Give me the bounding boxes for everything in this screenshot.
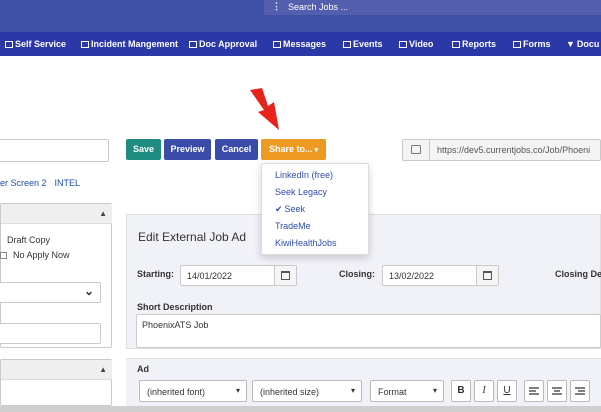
- red-arrow-annotation: [250, 88, 279, 130]
- short-description-label: Short Description: [137, 302, 213, 312]
- size-select-value: (inherited size): [260, 387, 320, 397]
- closing-date-field[interactable]: 13/02/2022: [382, 265, 499, 286]
- check-icon: ✔: [275, 204, 283, 214]
- left-options-panel: ▲ Draft Copy No Apply Now ⌄: [0, 203, 112, 348]
- format-select[interactable]: Format ▾: [370, 380, 444, 402]
- nav-forms[interactable]: Forms: [513, 39, 551, 49]
- left-panel-header[interactable]: ▲: [1, 204, 112, 224]
- main-nav: Self Service Incident Mangement Doc Appr…: [0, 32, 601, 56]
- share-menu-seek-label: Seek: [284, 204, 306, 214]
- left-text-input[interactable]: [0, 139, 109, 162]
- no-apply-checkbox[interactable]: [0, 252, 7, 259]
- align-left-icon: [529, 387, 539, 395]
- align-center-button[interactable]: [547, 380, 567, 402]
- edit-panel-title: Edit External Job Ad: [138, 230, 247, 244]
- closing-desc-label: Closing Des: [555, 269, 601, 279]
- nav-reports[interactable]: Reports: [452, 39, 496, 49]
- caret-down-icon: ▾: [235, 386, 240, 395]
- share-to-button[interactable]: Share to... ▾: [261, 139, 326, 160]
- short-description-input[interactable]: PhoenixATS Job: [136, 314, 601, 348]
- share-menu-seek[interactable]: ✔ Seek: [275, 204, 305, 215]
- list-icon: [189, 41, 197, 48]
- url-text: https://dev5.currentjobs.co/Job/Phoeni: [437, 145, 591, 155]
- ad-label: Ad: [137, 364, 149, 374]
- file-icon: [513, 41, 521, 48]
- align-left-button[interactable]: [524, 380, 544, 402]
- cancel-button[interactable]: Cancel: [215, 139, 258, 160]
- left-select[interactable]: ⌄: [0, 282, 101, 303]
- starting-label: Starting:: [137, 269, 174, 279]
- calendar-icon[interactable]: [476, 266, 498, 285]
- caret-down-icon: ▾: [350, 386, 355, 395]
- font-select-value: (inherited font): [147, 387, 206, 397]
- nav-messages[interactable]: Messages: [273, 39, 326, 49]
- nav-video[interactable]: Video: [399, 39, 433, 49]
- self-service-icon: [5, 41, 13, 48]
- copy-icon[interactable]: [411, 145, 421, 154]
- short-description-value: PhoenixATS Job: [142, 320, 209, 330]
- nav-documents[interactable]: ▼ Docu: [566, 39, 599, 49]
- font-select[interactable]: (inherited font) ▾: [139, 380, 247, 402]
- size-select[interactable]: (inherited size) ▾: [252, 380, 362, 402]
- align-center-icon: [552, 387, 562, 395]
- share-menu-kiwihealthjobs[interactable]: KiwiHealthJobs: [275, 238, 337, 248]
- format-select-value: Format: [378, 387, 407, 397]
- nav-incident-management[interactable]: Incident Mangement: [81, 39, 178, 49]
- starting-date-value: 14/01/2022: [187, 271, 233, 281]
- chevron-down-icon: ⌄: [83, 284, 94, 298]
- share-menu: LinkedIn (free) Seek Legacy ✔ Seek TradeM…: [261, 163, 369, 255]
- breadcrumb-intel[interactable]: INTEL: [55, 178, 81, 188]
- starting-date-field[interactable]: 14/01/2022: [180, 265, 297, 286]
- align-right-icon: [575, 387, 585, 395]
- share-menu-linkedin[interactable]: LinkedIn (free): [275, 170, 333, 180]
- filter-icon: ▼: [566, 39, 575, 49]
- left-panel-2-header[interactable]: ▲: [1, 360, 112, 380]
- breadcrumb: er Screen 2 INTEL: [0, 178, 88, 188]
- url-separator: [429, 140, 430, 160]
- share-menu-trademe[interactable]: TradeMe: [275, 221, 311, 231]
- share-to-label: Share to...: [268, 144, 313, 154]
- italic-button[interactable]: I: [474, 380, 494, 402]
- search-input[interactable]: Search Jobs ...: [288, 2, 348, 12]
- caret-down-icon: ▾: [432, 386, 437, 395]
- envelope-icon: [273, 41, 281, 48]
- top-bar: ⋮ Search Jobs ...: [0, 0, 601, 32]
- book-icon: [452, 41, 460, 48]
- bold-button[interactable]: B: [451, 380, 471, 402]
- left-input[interactable]: [0, 323, 101, 344]
- closing-label: Closing:: [339, 269, 375, 279]
- caret-down-icon: ▾: [314, 147, 319, 154]
- calendar-icon: [343, 41, 351, 48]
- video-icon: [399, 41, 407, 48]
- share-menu-seek-legacy[interactable]: Seek Legacy: [275, 187, 327, 197]
- preview-button[interactable]: Preview: [164, 139, 211, 160]
- more-icon[interactable]: ⋮: [272, 1, 281, 12]
- bottom-scrollbar[interactable]: [0, 406, 601, 412]
- nav-self-service[interactable]: Self Service: [5, 39, 66, 49]
- underline-button[interactable]: U: [497, 380, 517, 402]
- no-apply-label: No Apply Now: [13, 250, 70, 260]
- list-icon: [81, 41, 89, 48]
- save-button[interactable]: Save: [126, 139, 161, 160]
- collapse-icon[interactable]: ▲: [99, 209, 107, 218]
- align-right-button[interactable]: [570, 380, 590, 402]
- search-bar[interactable]: ⋮ Search Jobs ...: [264, 0, 601, 15]
- nav-doc-approval[interactable]: Doc Approval: [189, 39, 257, 49]
- breadcrumb-screen[interactable]: er Screen 2: [0, 178, 47, 188]
- url-field[interactable]: https://dev5.currentjobs.co/Job/Phoeni: [402, 139, 601, 161]
- draft-copy-label: Draft Copy: [7, 235, 51, 245]
- collapse-icon[interactable]: ▲: [99, 365, 107, 374]
- closing-date-value: 13/02/2022: [389, 271, 435, 281]
- nav-events[interactable]: Events: [343, 39, 383, 49]
- left-panel-2: ▲: [0, 359, 112, 406]
- calendar-icon[interactable]: [274, 266, 296, 285]
